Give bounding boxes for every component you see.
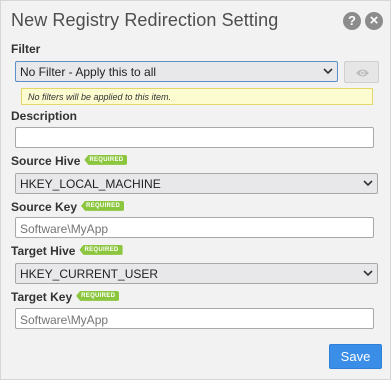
required-badge: REQUIRED	[79, 244, 123, 255]
target-hive-label-text: Target Hive	[11, 244, 76, 258]
close-icon[interactable]: ×	[365, 12, 383, 30]
save-button[interactable]: Save	[329, 344, 382, 369]
target-hive-label: Target Hive REQUIRED	[11, 244, 123, 258]
required-badge: REQUIRED	[76, 290, 120, 301]
chevron-down-icon	[363, 180, 373, 187]
dialog-header: New Registry Redirection Setting ? ×	[1, 1, 390, 39]
view-filter-button[interactable]	[344, 61, 379, 83]
eye-icon	[356, 69, 369, 77]
target-key-label-text: Target Key	[11, 290, 73, 304]
description-input[interactable]	[15, 127, 374, 148]
filter-label: Filter	[11, 42, 40, 56]
required-badge: REQUIRED	[84, 154, 128, 165]
dialog-title: New Registry Redirection Setting	[11, 10, 279, 30]
help-icon[interactable]: ?	[343, 12, 361, 30]
description-label-text: Description	[11, 109, 78, 123]
source-key-label-text: Source Key	[11, 200, 78, 214]
registry-redirection-dialog: New Registry Redirection Setting ? × Fil…	[0, 0, 391, 380]
chevron-down-icon	[363, 270, 373, 277]
filter-label-text: Filter	[11, 42, 41, 56]
filter-select[interactable]: No Filter - Apply this to all	[15, 61, 338, 82]
source-hive-label-text: Source Hive	[11, 154, 81, 168]
required-badge: REQUIRED	[81, 200, 125, 211]
source-hive-selected-value: HKEY_LOCAL_MACHINE	[20, 177, 161, 191]
source-hive-label: Source Hive REQUIRED	[11, 154, 128, 168]
description-label: Description	[11, 109, 77, 123]
filter-selected-value: No Filter - Apply this to all	[20, 65, 157, 79]
target-key-label: Target Key REQUIRED	[11, 290, 120, 304]
target-hive-select[interactable]: HKEY_CURRENT_USER	[15, 263, 378, 284]
source-key-label: Source Key REQUIRED	[11, 200, 125, 214]
source-hive-select[interactable]: HKEY_LOCAL_MACHINE	[15, 173, 378, 194]
target-key-input[interactable]	[15, 308, 374, 329]
filter-tooltip: No filters will be applied to this item.	[21, 88, 373, 105]
chevron-down-icon	[323, 68, 333, 75]
target-hive-selected-value: HKEY_CURRENT_USER	[20, 267, 159, 281]
source-key-input[interactable]	[15, 217, 374, 238]
